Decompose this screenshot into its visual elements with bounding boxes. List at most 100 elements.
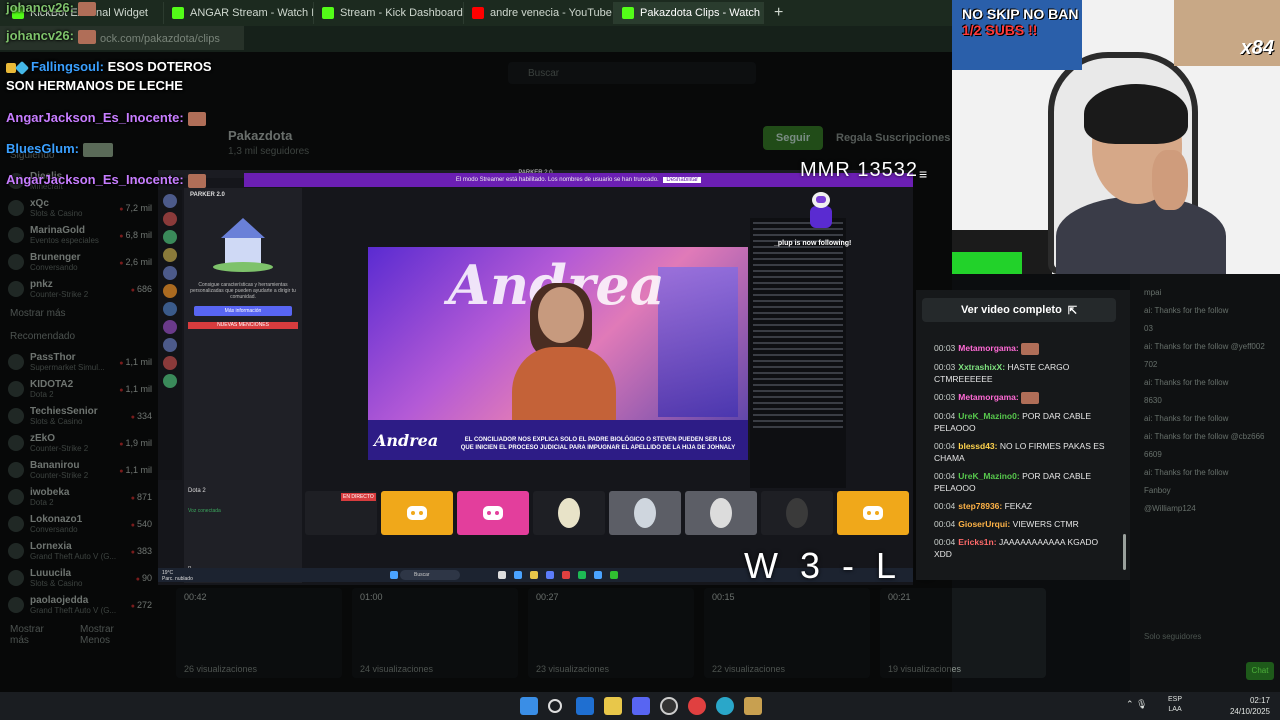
inner-chat-window (750, 218, 846, 488)
screen-share: PARKER 2.0 El modo Streamer está habilit… (158, 170, 913, 585)
stream-tile[interactable] (609, 491, 681, 535)
show-title: Andrea (374, 431, 439, 450)
edge-icon[interactable] (716, 697, 734, 715)
discord-server-rail (158, 190, 182, 480)
stream-tile[interactable]: EN DIRECTO (305, 491, 377, 535)
file-explorer-icon[interactable] (604, 697, 622, 715)
server-icon[interactable] (163, 374, 177, 388)
start-icon (390, 571, 398, 579)
voice-status: Voz conectada (188, 508, 221, 514)
stream-tile[interactable] (381, 491, 453, 535)
new-tab-icon[interactable]: + (764, 4, 793, 22)
outlook-icon[interactable] (576, 697, 594, 715)
app-icon[interactable] (744, 697, 762, 715)
meme-image: x84 (1174, 0, 1280, 66)
webcam-feed: NO SKIP NO BAN 1/2 SUBS !! x84 (952, 0, 1280, 274)
multiplier-text: x84 (1240, 37, 1274, 59)
chat-message: 00:03 Metamorgama: (934, 342, 1114, 355)
tab-angar-stream[interactable]: ANGAR Stream - Watch Live on ✕ (164, 2, 314, 24)
scrollbar[interactable] (1123, 534, 1126, 570)
stream-tile[interactable] (837, 491, 909, 535)
tab-label: Stream - Kick Dashboard (340, 7, 463, 19)
tab-youtube[interactable]: andre venecia - YouTube ✕ (464, 2, 614, 24)
overlay-chat-message: AngarJackson_Es_Inocente: (6, 110, 206, 126)
server-name: PARKER 2.0 (190, 192, 225, 198)
chat-message: 00:04 GioserUrqui: VIEWERS CTMR (934, 518, 1079, 529)
menu-icon: ≡ (919, 166, 928, 182)
browser-tab-bar: KickBot External Widget ANGAR Stream - W… (0, 0, 952, 26)
start-icon[interactable] (520, 697, 538, 715)
dashboard-chat: mpai ai: Thanks for the follow 03 ai: Th… (1130, 274, 1280, 692)
clip-chat-panel: Ver video completo ⇱ 00:03 Metamorgama: 00… (916, 290, 1130, 580)
astronaut-icon (804, 192, 838, 232)
tab-label: Pakazdota Clips - Watch Liv (640, 7, 764, 19)
language-indicator[interactable]: ESP LAA (1168, 695, 1182, 715)
chat-message: 00:03 XxtrashixX: HASTE CARGO CTMREEEEEE (934, 361, 1070, 384)
chat-message: 00:04 blessd43: NO LO FIRMES PAKAS ES CHA… (934, 440, 1105, 463)
stream-tile[interactable] (457, 491, 529, 535)
discord-icon (407, 506, 427, 520)
discord-icon (483, 506, 503, 520)
server-icon[interactable] (163, 284, 177, 298)
overlay-chat-message: Fallingsoul: ESOS DOTEROS (6, 59, 212, 75)
server-icon[interactable] (163, 230, 177, 244)
mmr-overlay: MMR 13532 (800, 159, 918, 181)
chat-message: 00:04 UreK_Mazino0: POR DAR CABLE PELAOOO (934, 410, 1092, 433)
emote-icon (1020, 342, 1039, 355)
discord-server-panel: PARKER 2.0 Consigue características y he… (184, 188, 302, 583)
disable-button[interactable]: Deshabilitar (663, 177, 702, 183)
discord-icon (863, 506, 883, 520)
server-icon[interactable] (163, 194, 177, 208)
system-tray-icons[interactable]: ⌃ 🎙 (1126, 699, 1147, 710)
server-icon[interactable] (163, 248, 177, 262)
game-name: Dota 2 (188, 488, 206, 494)
new-mentions-badge[interactable]: NUEVAS MENCIONES (188, 322, 298, 329)
chat-replay: 00:03 Metamorgama: 00:03 XxtrashixX: HASTE… (934, 342, 1114, 566)
chrome-icon[interactable] (688, 697, 706, 715)
more-info-button[interactable]: Más información (194, 306, 292, 316)
overlay-chat-message: SON HERMANOS DE LECHE (6, 78, 183, 93)
windows-taskbar: ⌃ 🎙 ESP LAA 02:17 24/10/2025 (0, 692, 1280, 720)
kick-favicon-icon (322, 7, 334, 19)
server-icon[interactable] (163, 266, 177, 280)
server-icon[interactable] (163, 302, 177, 316)
kick-favicon-icon (172, 7, 184, 19)
gem-icon (14, 60, 30, 75)
tab-label: andre venecia - YouTube (490, 7, 612, 19)
view-full-video-button[interactable]: Ver video completo ⇱ (922, 298, 1116, 322)
emote-icon (187, 173, 206, 188)
avatar (634, 498, 656, 528)
video-player[interactable]: Andrea Andrea EL CONCILIADOR NOS EXPLICA… (368, 247, 748, 460)
obs-icon[interactable] (660, 697, 678, 715)
emote-icon (82, 142, 113, 157)
chat-send-button[interactable]: Chat (1246, 662, 1274, 680)
tab-pakazdota-clips[interactable]: Pakazdota Clips - Watch Liv ✕ (614, 2, 764, 24)
tab-label: ANGAR Stream - Watch Live on (190, 7, 313, 19)
overlay-chat-message: johancv26: (6, 0, 96, 16)
search-icon[interactable] (548, 699, 562, 713)
stream-tile[interactable] (761, 491, 833, 535)
discord-icon[interactable] (632, 697, 650, 715)
external-link-icon: ⇱ (1067, 304, 1078, 317)
discord-promo-text: Consigue características y herramientas … (190, 282, 296, 300)
chat-message: 00:04 Ericks1n: JAAAAAAAAAAA KGADO XDD (934, 536, 1099, 559)
banner-text: NO SKIP NO BAN 1/2 SUBS !! (962, 6, 1079, 38)
emote-icon (187, 111, 206, 126)
server-icon[interactable] (163, 320, 177, 334)
avatar (710, 498, 732, 528)
stream-tile[interactable] (685, 491, 757, 535)
house-illustration-icon (213, 218, 273, 274)
follow-alert: _plup is now following! (774, 240, 852, 247)
stream-tile[interactable] (533, 491, 605, 535)
chat-message: 00:04 step78936: FEKAZ (934, 500, 1033, 511)
overlay-chat-message: AngarJackson_Es_Inocente: (6, 172, 206, 188)
chat-input[interactable]: Solo seguidores (1130, 632, 1280, 652)
server-icon[interactable] (163, 356, 177, 370)
tab-kick-dashboard[interactable]: Stream - Kick Dashboard ✕ (314, 2, 464, 24)
server-icon[interactable] (163, 212, 177, 226)
stream-tiles: EN DIRECTO (305, 491, 910, 537)
server-icon[interactable] (163, 338, 177, 352)
screen: KickBot External Widget ANGAR Stream - W… (0, 0, 1280, 720)
clock[interactable]: 02:17 24/10/2025 (1230, 695, 1270, 717)
chat-message: 00:04 UreK_Mazino0: POR DAR CABLE PELAOOO (934, 470, 1092, 493)
